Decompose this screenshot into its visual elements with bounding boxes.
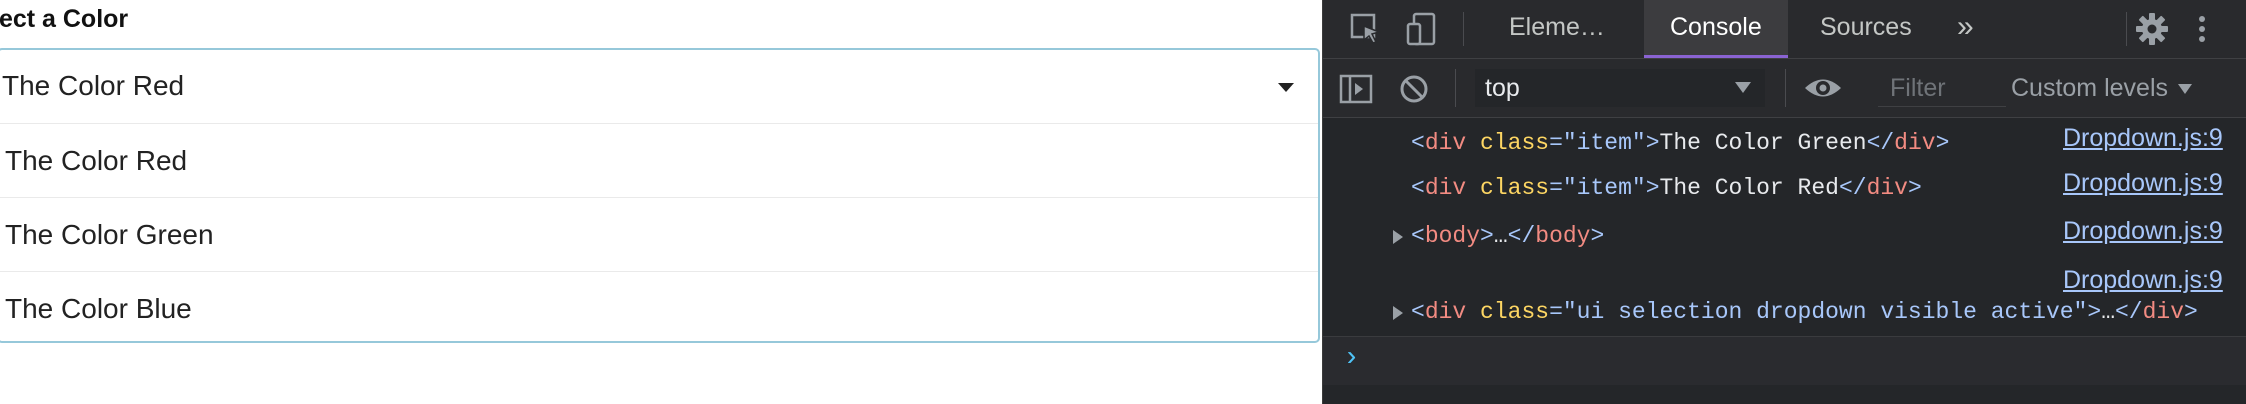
eye-icon[interactable] xyxy=(1803,71,1843,105)
console-source-link[interactable]: Dropdown.js:9 xyxy=(2063,163,2223,203)
console-log-message: <div class="item">The Color Green</div> xyxy=(1411,130,1950,156)
console-output: <div class="item">The Color Green</div> … xyxy=(1323,118,2246,404)
dropdown-caret-icon[interactable] xyxy=(1278,83,1294,92)
console-source-link[interactable]: Dropdown.js:9 xyxy=(2063,118,2223,158)
console-log-message: <body>…</body> xyxy=(1411,223,1605,249)
dropdown-item-red[interactable]: The Color Red xyxy=(0,123,1318,197)
devtools-tabbar: Eleme… Console Sources » xyxy=(1323,0,2246,59)
chevron-down-icon xyxy=(1735,82,1751,93)
console-log-row[interactable]: <div class="ui selection dropdown visibl… xyxy=(1323,292,2246,332)
log-levels-label: Custom levels xyxy=(2011,74,2168,102)
context-selector[interactable]: top xyxy=(1475,69,1765,107)
color-dropdown[interactable]: The Color Red The Color Red The Color Gr… xyxy=(0,48,1320,343)
dropdown-menu: The Color Red The Color Green The Color … xyxy=(0,123,1318,345)
console-log-row[interactable]: <body>…</body> Dropdown.js:9 xyxy=(1323,216,2246,256)
dropdown-selected-text: The Color Red xyxy=(2,70,185,101)
expand-triangle-icon[interactable] xyxy=(1393,306,1403,320)
console-log-message: <div class="ui selection dropdown visibl… xyxy=(1411,299,2198,325)
log-levels-dropdown[interactable]: Custom levels xyxy=(2011,69,2192,107)
tabbar-divider xyxy=(2126,12,2127,46)
app-panel: lect a Color The Color Red The Color Red… xyxy=(0,0,1322,404)
tab-elements[interactable]: Eleme… xyxy=(1509,0,1605,58)
console-log-row[interactable]: <div class="item">The Color Red</div> Dr… xyxy=(1323,168,2246,208)
context-selector-value: top xyxy=(1485,74,1520,102)
toolbar-divider xyxy=(1455,69,1456,107)
tab-console[interactable]: Console xyxy=(1644,0,1788,58)
select-label: lect a Color xyxy=(0,5,129,33)
clear-console-icon[interactable] xyxy=(1397,72,1431,106)
console-log-message: <div class="item">The Color Red</div> xyxy=(1411,175,1922,201)
devtools-panel: Eleme… Console Sources » top Filter Cust… xyxy=(1322,0,2246,404)
sidebar-toggle-icon[interactable] xyxy=(1339,72,1373,106)
more-tabs-button[interactable]: » xyxy=(1957,0,1974,58)
console-toolbar: top Custom levels xyxy=(1323,59,2246,118)
inspect-element-icon[interactable] xyxy=(1349,12,1383,46)
console-source-link[interactable]: Dropdown.js:9 xyxy=(2063,211,2223,251)
tab-sources[interactable]: Sources xyxy=(1820,0,1912,58)
console-prompt[interactable]: › xyxy=(1323,336,2246,385)
chevron-down-icon xyxy=(2178,84,2192,95)
device-toolbar-icon[interactable] xyxy=(1405,12,1439,46)
toolbar-divider xyxy=(1785,69,1786,107)
gear-icon[interactable] xyxy=(2135,12,2169,46)
expand-triangle-icon[interactable] xyxy=(1393,230,1403,244)
console-log-row[interactable]: <div class="item">The Color Green</div> … xyxy=(1323,123,2246,163)
kebab-menu-icon[interactable] xyxy=(2195,12,2209,46)
tabbar-divider xyxy=(1463,12,1464,46)
prompt-caret-icon: › xyxy=(1343,343,1360,374)
filter-input[interactable] xyxy=(1878,71,2006,107)
dropdown-item-green[interactable]: The Color Green xyxy=(0,197,1318,271)
dropdown-item-blue[interactable]: The Color Blue xyxy=(0,271,1318,345)
